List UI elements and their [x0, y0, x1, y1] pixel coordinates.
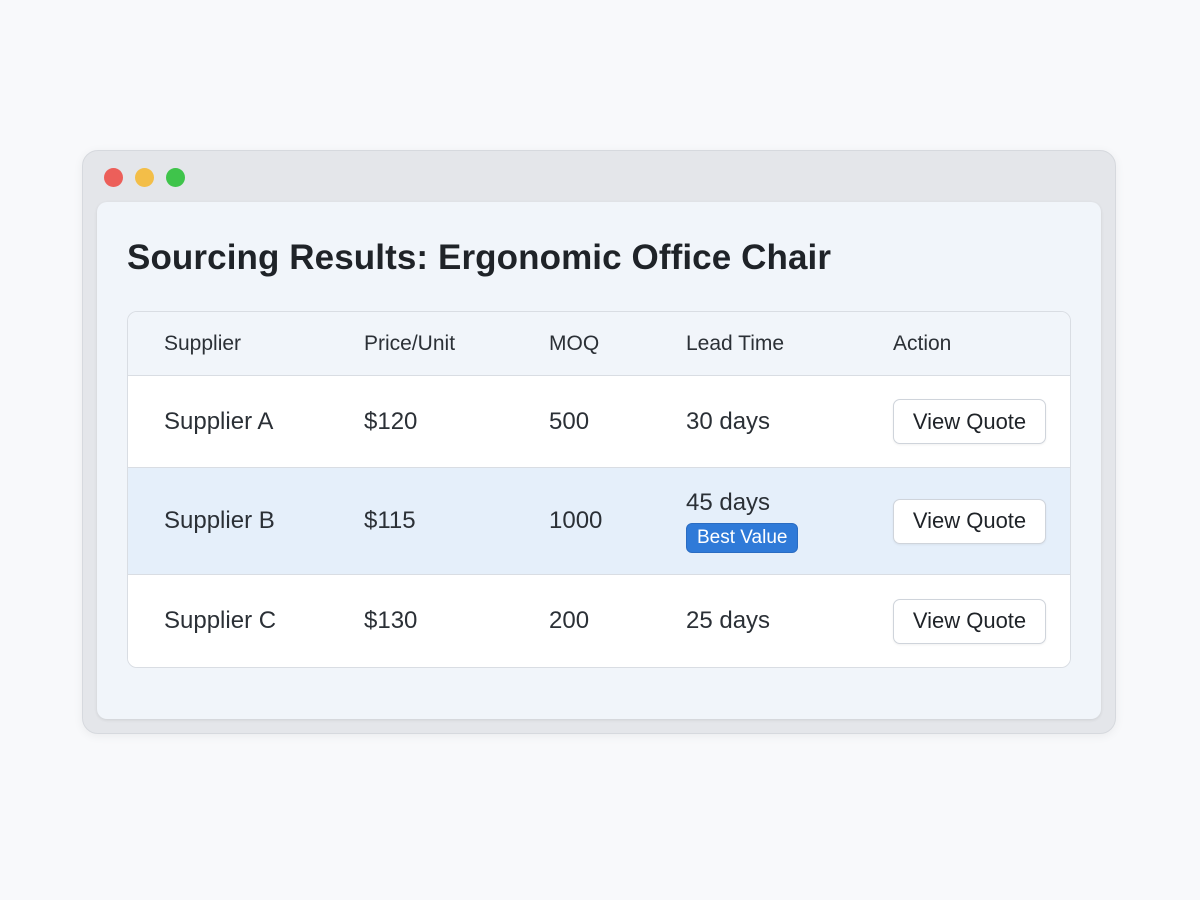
column-header-moq: MOQ [549, 331, 600, 355]
table-row: Supplier C $130 200 25 days View Quote [128, 575, 1070, 667]
app-window: Sourcing Results: Ergonomic Office Chair… [82, 150, 1116, 734]
lead-time: 45 days [686, 488, 771, 516]
table-row-highlighted: Supplier B $115 1000 45 days Best Value … [128, 468, 1070, 575]
action-cell: View Quote [893, 376, 1046, 467]
supplier-name: Supplier A [164, 407, 274, 435]
supplier-name: Supplier C [164, 607, 277, 634]
supplier-name: Supplier B [164, 507, 275, 534]
column-header-supplier: Supplier [164, 331, 242, 355]
moq-value: 200 [549, 607, 590, 634]
content-panel: Sourcing Results: Ergonomic Office Chair… [97, 202, 1101, 719]
moq-value: 500 [549, 407, 590, 435]
minimize-window-button[interactable] [135, 168, 154, 187]
maximize-window-button[interactable] [166, 168, 185, 187]
column-header-lead-time: Lead Time [686, 331, 785, 355]
view-quote-button[interactable]: View Quote [893, 399, 1046, 444]
lead-time: 30 days [686, 407, 771, 435]
price-per-unit: $120 [364, 407, 418, 435]
lead-time-cell: 45 days Best Value [686, 468, 799, 574]
close-window-button[interactable] [104, 168, 123, 187]
moq-value: 1000 [549, 507, 603, 534]
column-header-price: Price/Unit [364, 331, 456, 355]
lead-time: 25 days [686, 607, 771, 634]
results-table: Supplier Price/Unit MOQ Lead Time Action… [127, 311, 1071, 668]
table-header-row: Supplier Price/Unit MOQ Lead Time Action [128, 312, 1070, 376]
lead-time-stack: 45 days Best Value [686, 488, 799, 554]
action-cell: View Quote [893, 575, 1046, 667]
best-value-badge: Best Value [686, 522, 799, 554]
window-controls [104, 168, 185, 187]
price-per-unit: $115 [364, 507, 416, 534]
action-cell: View Quote [893, 468, 1046, 574]
page-title: Sourcing Results: Ergonomic Office Chair [127, 238, 832, 277]
price-per-unit: $130 [364, 607, 418, 634]
view-quote-button[interactable]: View Quote [893, 598, 1046, 644]
table-row: Supplier A $120 500 30 days View Quote [128, 376, 1070, 468]
column-header-action: Action [893, 331, 952, 355]
view-quote-button[interactable]: View Quote [893, 498, 1046, 544]
